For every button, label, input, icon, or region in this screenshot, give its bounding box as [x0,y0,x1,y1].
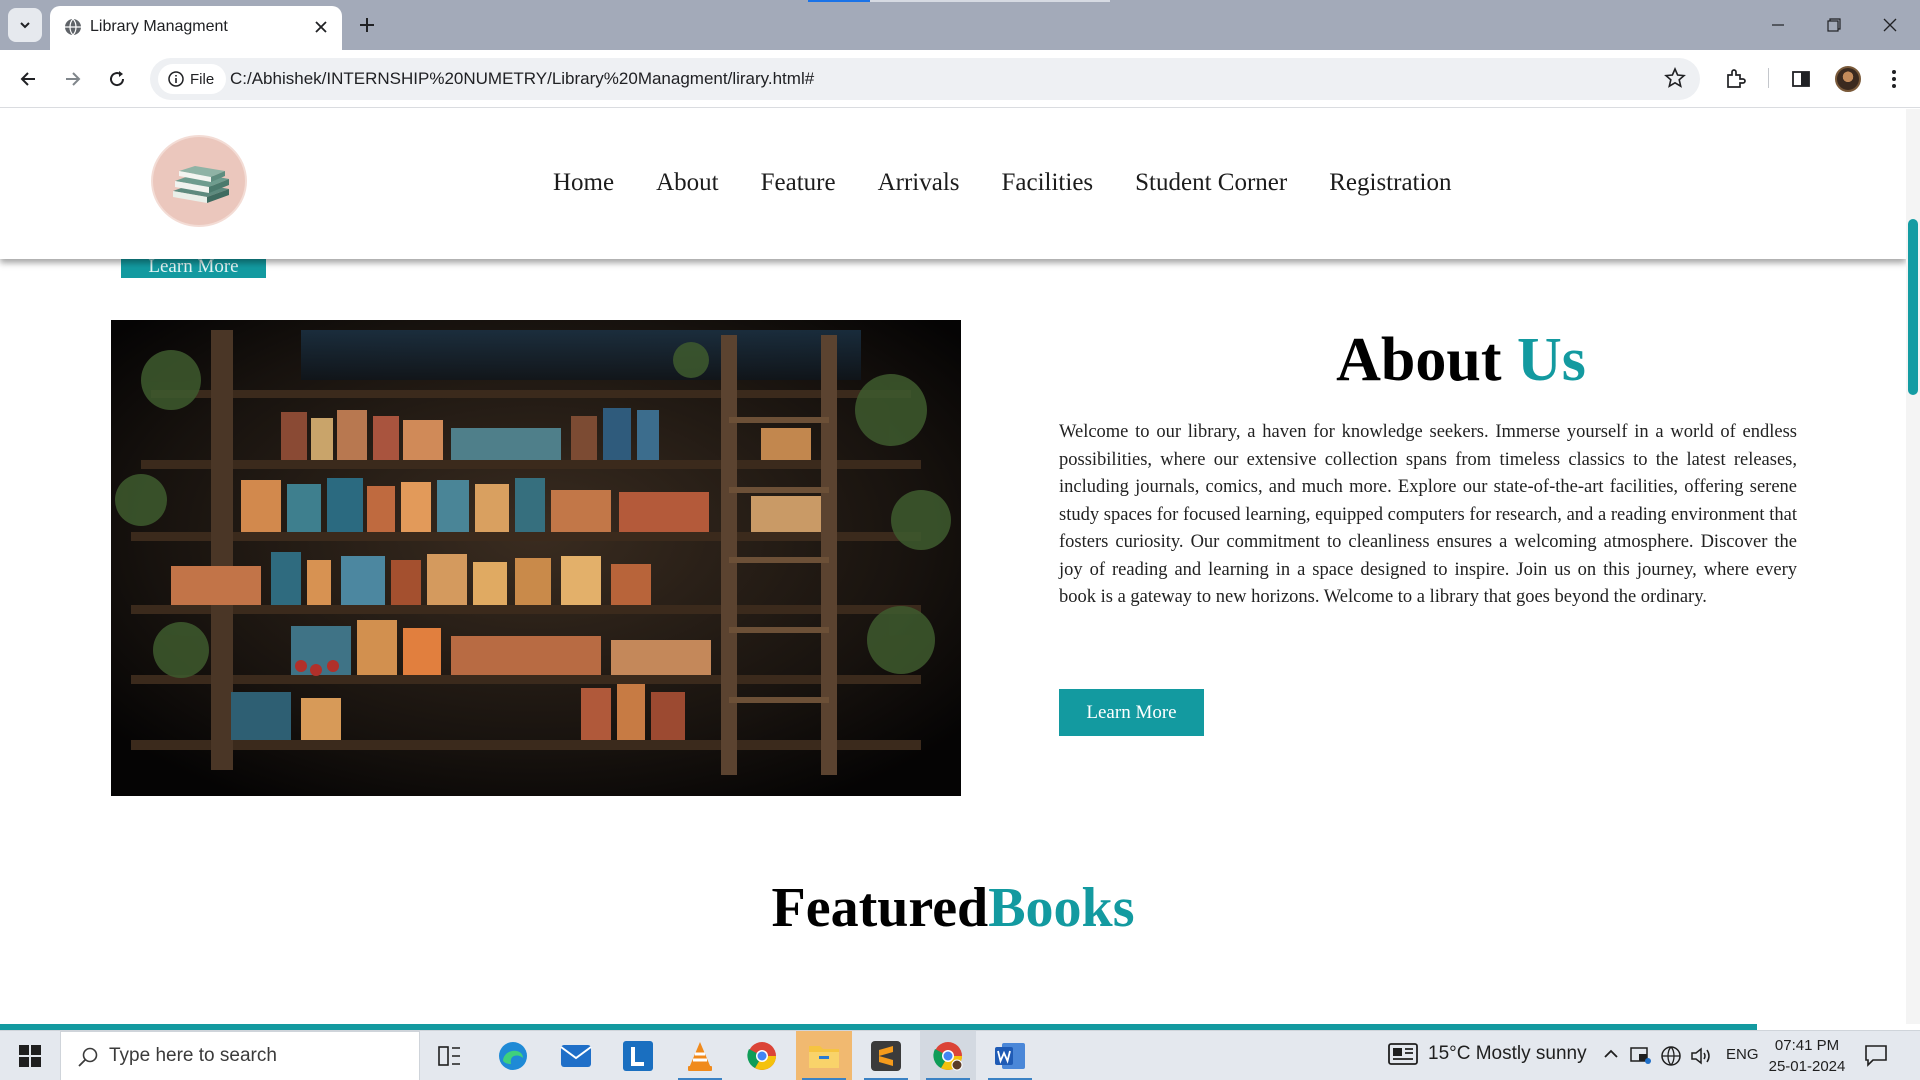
language-indicator[interactable]: ENG [1726,1046,1759,1063]
restore-button[interactable] [1806,0,1862,50]
windows-logo-icon [19,1045,41,1067]
library-logo[interactable] [153,137,245,225]
featured-heading-accent: Books [988,877,1135,939]
tab-title: Library Managment [90,18,228,35]
mail-icon [560,1045,592,1067]
nav-registration[interactable]: Registration [1329,169,1451,197]
page-scrollbar-thumb[interactable] [1908,219,1918,395]
taskbar-file-explorer[interactable] [796,1031,852,1080]
chevron-down-icon [20,22,30,29]
featured-heading-main: Featured [771,877,989,939]
nav-arrivals[interactable]: Arrivals [878,169,960,197]
edge-icon [499,1042,527,1070]
featured-books-heading: FeaturedBooks [0,876,1906,940]
taskbar-search-placeholder: Type here to search [109,1045,277,1066]
close-window-icon [1883,18,1897,32]
clock-date: 25-01-2024 [1768,1058,1846,1075]
site-info-chip[interactable]: File [158,64,227,94]
taskbar-sublime[interactable] [858,1031,914,1080]
nav-student-corner[interactable]: Student Corner [1135,169,1287,197]
side-panel-button[interactable] [1785,63,1817,95]
side-panel-icon [1792,71,1810,87]
star-icon[interactable] [1664,67,1686,89]
weather-widget[interactable]: 15°C Mostly sunny [1388,1043,1587,1065]
about-bookshelf-image [111,320,961,796]
nav-home[interactable]: Home [553,169,614,197]
extensions-button[interactable] [1719,63,1751,95]
reload-button[interactable] [99,61,135,97]
taskbar-word[interactable] [982,1031,1038,1080]
notification-center-icon[interactable] [1864,1043,1888,1067]
about-heading: About Us [1058,325,1864,396]
plus-icon [360,18,374,32]
address-bar[interactable]: File C:/Abhishek/INTERNSHIP%20NUMETRY/Li… [150,58,1700,100]
word-icon [995,1043,1025,1069]
nav-facilities[interactable]: Facilities [1002,169,1094,197]
minimize-icon [1772,24,1784,26]
forward-button[interactable] [55,61,91,97]
new-tab-button[interactable] [352,10,382,40]
taskbar-l-app[interactable] [610,1031,666,1080]
extensions-icon [1727,69,1746,88]
sublime-icon [871,1041,901,1071]
back-arrow-icon [20,72,35,86]
task-view-button[interactable] [422,1031,478,1080]
reload-icon [110,71,125,87]
browser-toolbar: File C:/Abhishek/INTERNSHIP%20NUMETRY/Li… [0,50,1920,108]
toolbar-separator [1768,68,1769,88]
tab-strip-indicator-fill [808,0,870,2]
start-button[interactable] [0,1031,60,1080]
back-button[interactable] [10,61,46,97]
about-learn-more-button[interactable]: Learn More [1059,689,1204,736]
chrome-icon [747,1042,776,1070]
bookshelf-illustration [111,320,961,796]
taskbar-chrome[interactable] [734,1031,790,1080]
taskbar-edge[interactable] [485,1031,541,1080]
vlc-icon [688,1042,712,1071]
forward-arrow-icon [66,72,81,86]
page-scrollbar[interactable] [1906,109,1920,1024]
info-icon [168,71,184,87]
profile-avatar[interactable] [1835,66,1861,92]
clock-time: 07:41 PM [1774,1037,1840,1054]
weather-news-icon [1388,1043,1418,1065]
volume-icon[interactable] [1690,1045,1714,1067]
taskbar-search-box[interactable]: Type here to search [60,1031,420,1080]
weather-text: 15°C Mostly sunny [1428,1043,1587,1064]
globe-icon [65,18,81,36]
meet-now-icon[interactable] [1630,1045,1652,1065]
about-heading-accent: Us [1516,326,1586,394]
chrome-profile-icon [933,1042,963,1071]
network-globe-icon[interactable] [1660,1045,1682,1067]
taskbar-vlc[interactable] [672,1031,728,1080]
nav-feature[interactable]: Feature [761,169,836,197]
chevron-up-icon[interactable] [1602,1045,1620,1063]
taskbar-chrome-profile[interactable] [920,1031,976,1080]
task-view-icon [438,1046,460,1066]
search-icon [78,1047,98,1067]
main-nav: Home About Feature Arrivals Facilities S… [553,169,1451,197]
tab-search-button[interactable] [8,8,42,42]
books-stack-icon [173,166,229,203]
l-app-icon [623,1041,653,1071]
about-paragraph: Welcome to our library, a haven for know… [1059,422,1797,607]
page-viewport: Learn More Home About Feature Arrivals F… [0,109,1920,1024]
close-window-button[interactable] [1862,0,1918,50]
browser-menu-button[interactable] [1878,63,1910,95]
more-vert-icon [1892,70,1896,88]
file-explorer-icon [809,1046,839,1068]
nav-about[interactable]: About [656,169,719,197]
about-heading-main: About [1336,326,1502,394]
browser-tab[interactable]: Library Managment [50,6,342,50]
url-text[interactable]: C:/Abhishek/INTERNSHIP%20NUMETRY/Library… [230,69,814,89]
site-header: Home About Feature Arrivals Facilities S… [0,109,1906,259]
site-info-label: File [190,70,215,88]
close-icon[interactable] [312,18,330,36]
windows-taskbar: Type here to search 15°C Mostly sunny EN… [0,1030,1920,1080]
browser-tab-strip: Library Managment [0,0,1920,50]
taskbar-clock[interactable]: 07:41 PM 25-01-2024 [1766,1035,1848,1077]
taskbar-mail[interactable] [548,1031,604,1080]
restore-icon [1827,18,1841,32]
minimize-button[interactable] [1750,0,1806,50]
